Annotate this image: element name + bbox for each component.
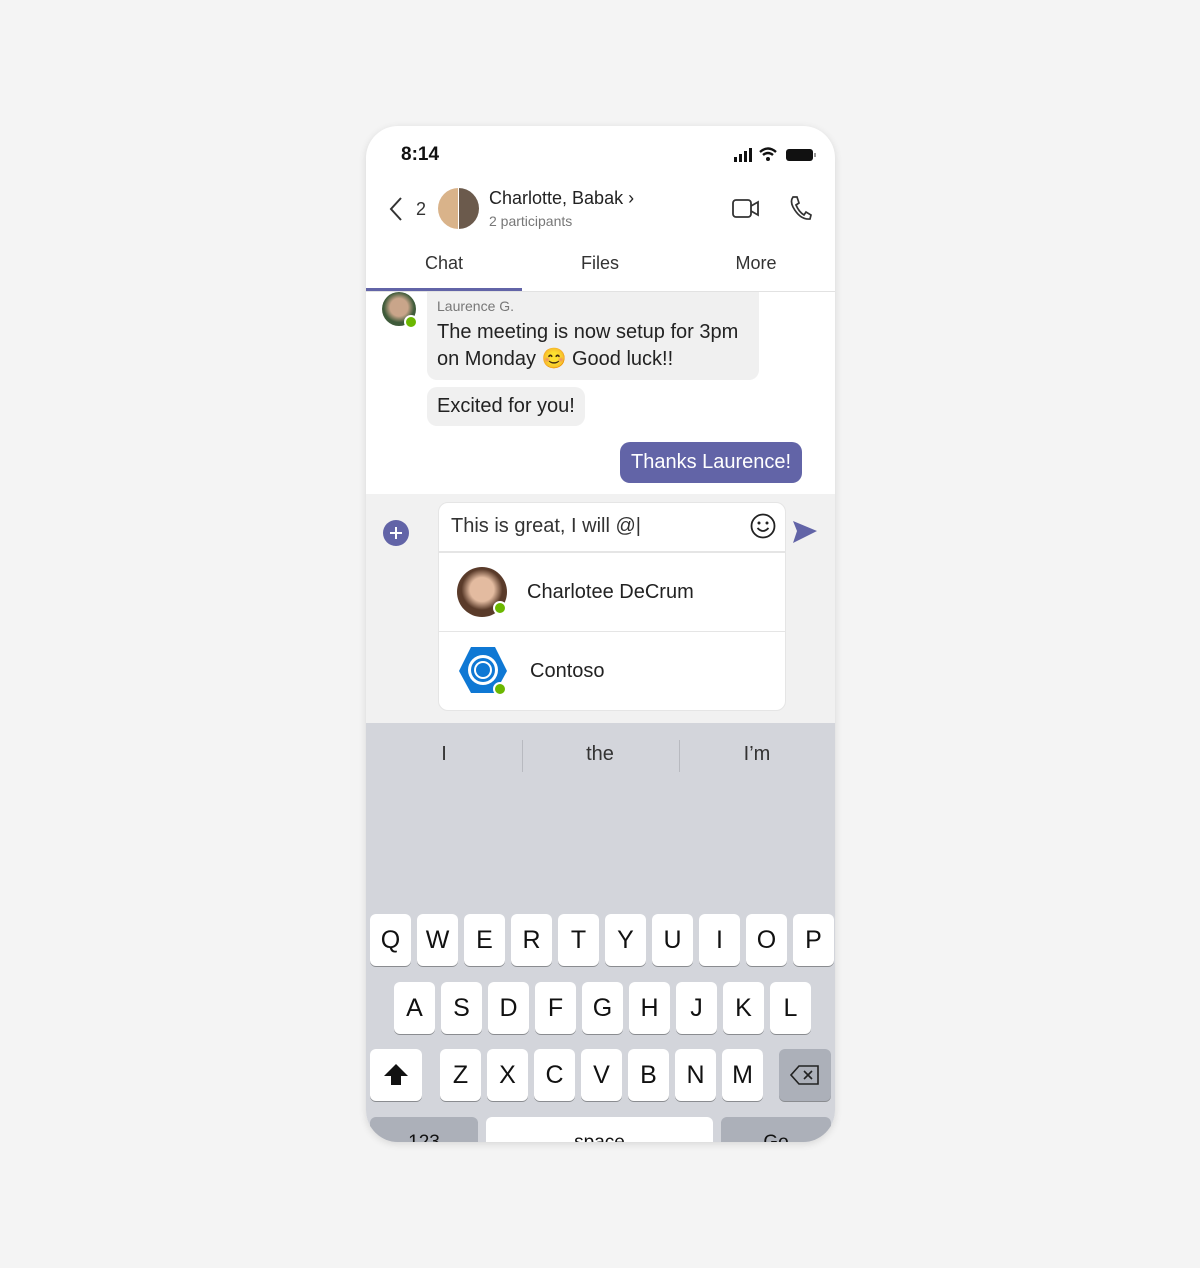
key-m[interactable]: M bbox=[722, 1049, 763, 1101]
status-icons bbox=[734, 147, 816, 162]
phone-screen: 8:14 2 Charlotte, Babak › 2 participants… bbox=[366, 126, 835, 1142]
tab-chat[interactable]: Chat bbox=[366, 253, 522, 274]
key-v[interactable]: V bbox=[581, 1049, 622, 1101]
mention-name: Charlotee DeCrum bbox=[527, 581, 694, 603]
key-z[interactable]: Z bbox=[440, 1049, 481, 1101]
key-f[interactable]: F bbox=[535, 982, 576, 1034]
back-icon[interactable] bbox=[388, 196, 404, 222]
backspace-key[interactable] bbox=[779, 1049, 831, 1101]
key-w[interactable]: W bbox=[417, 914, 458, 966]
key-h[interactable]: H bbox=[629, 982, 670, 1034]
key-t[interactable]: T bbox=[558, 914, 599, 966]
group-avatar[interactable] bbox=[438, 188, 479, 229]
chat-title-text: Charlotte, Babak bbox=[489, 188, 624, 208]
key-c[interactable]: C bbox=[534, 1049, 575, 1101]
message-bubble[interactable]: Laurence G. The meeting is now setup for… bbox=[427, 292, 759, 380]
key-k[interactable]: K bbox=[723, 982, 764, 1034]
message-text: Excited for you! bbox=[437, 395, 575, 417]
shift-icon bbox=[384, 1064, 408, 1085]
message-input-text: This is great, I will @| bbox=[451, 515, 641, 537]
message-input[interactable]: This is great, I will @| bbox=[438, 502, 786, 552]
key-n[interactable]: N bbox=[675, 1049, 716, 1101]
key-x[interactable]: X bbox=[487, 1049, 528, 1101]
video-call-icon[interactable] bbox=[732, 198, 760, 220]
message-sender: Laurence G. bbox=[437, 298, 515, 314]
own-message-bubble[interactable]: Thanks Laurence! bbox=[620, 442, 803, 483]
tab-more[interactable]: More bbox=[678, 253, 834, 274]
key-j[interactable]: J bbox=[676, 982, 717, 1034]
chat-title[interactable]: Charlotte, Babak › bbox=[489, 188, 634, 209]
key-g[interactable]: G bbox=[582, 982, 623, 1034]
presence-available-icon bbox=[404, 315, 418, 329]
message-text: Thanks Laurence! bbox=[631, 451, 792, 473]
key-u[interactable]: U bbox=[652, 914, 693, 966]
mention-item[interactable]: Contoso bbox=[439, 632, 785, 711]
key-l[interactable]: L bbox=[770, 982, 811, 1034]
message-bubble[interactable]: Excited for you! bbox=[427, 387, 585, 426]
tab-files[interactable]: Files bbox=[522, 253, 678, 274]
key-s[interactable]: S bbox=[441, 982, 482, 1034]
keyboard: I the I’m QWERTYUIOPASDFGHJKLZXCVBNM 123… bbox=[366, 723, 835, 1142]
suggestion[interactable]: the bbox=[522, 743, 678, 766]
message-text: The meeting is now setup for 3pm on Mond… bbox=[437, 321, 739, 370]
backspace-icon bbox=[789, 1065, 819, 1085]
space-key[interactable]: space bbox=[486, 1117, 713, 1142]
mention-suggestions: Charlotee DeCrum Contoso bbox=[438, 552, 786, 711]
go-key[interactable]: Go bbox=[721, 1117, 831, 1142]
key-o[interactable]: O bbox=[746, 914, 787, 966]
key-a[interactable]: A bbox=[394, 982, 435, 1034]
status-time: 8:14 bbox=[401, 144, 440, 165]
suggestion[interactable]: I’m bbox=[679, 743, 835, 766]
suggestion[interactable]: I bbox=[366, 743, 522, 766]
add-icon[interactable] bbox=[383, 520, 409, 546]
back-count: 2 bbox=[416, 199, 427, 219]
key-i[interactable]: I bbox=[699, 914, 740, 966]
presence-available-icon bbox=[493, 682, 507, 696]
send-icon[interactable] bbox=[792, 519, 818, 545]
key-d[interactable]: D bbox=[488, 982, 529, 1034]
presence-available-icon bbox=[493, 601, 507, 615]
numbers-key[interactable]: 123 bbox=[370, 1117, 478, 1142]
key-e[interactable]: E bbox=[464, 914, 505, 966]
key-q[interactable]: Q bbox=[370, 914, 411, 966]
key-y[interactable]: Y bbox=[605, 914, 646, 966]
key-p[interactable]: P bbox=[793, 914, 834, 966]
phone-call-icon[interactable] bbox=[788, 195, 812, 221]
chevron-right-icon: › bbox=[628, 188, 635, 208]
shift-key[interactable] bbox=[370, 1049, 422, 1101]
participants-count: 2 participants bbox=[489, 213, 573, 229]
key-b[interactable]: B bbox=[628, 1049, 669, 1101]
mention-item[interactable]: Charlotee DeCrum bbox=[439, 553, 785, 632]
emoji-icon[interactable] bbox=[750, 513, 776, 539]
key-r[interactable]: R bbox=[511, 914, 552, 966]
mention-name: Contoso bbox=[530, 660, 605, 682]
